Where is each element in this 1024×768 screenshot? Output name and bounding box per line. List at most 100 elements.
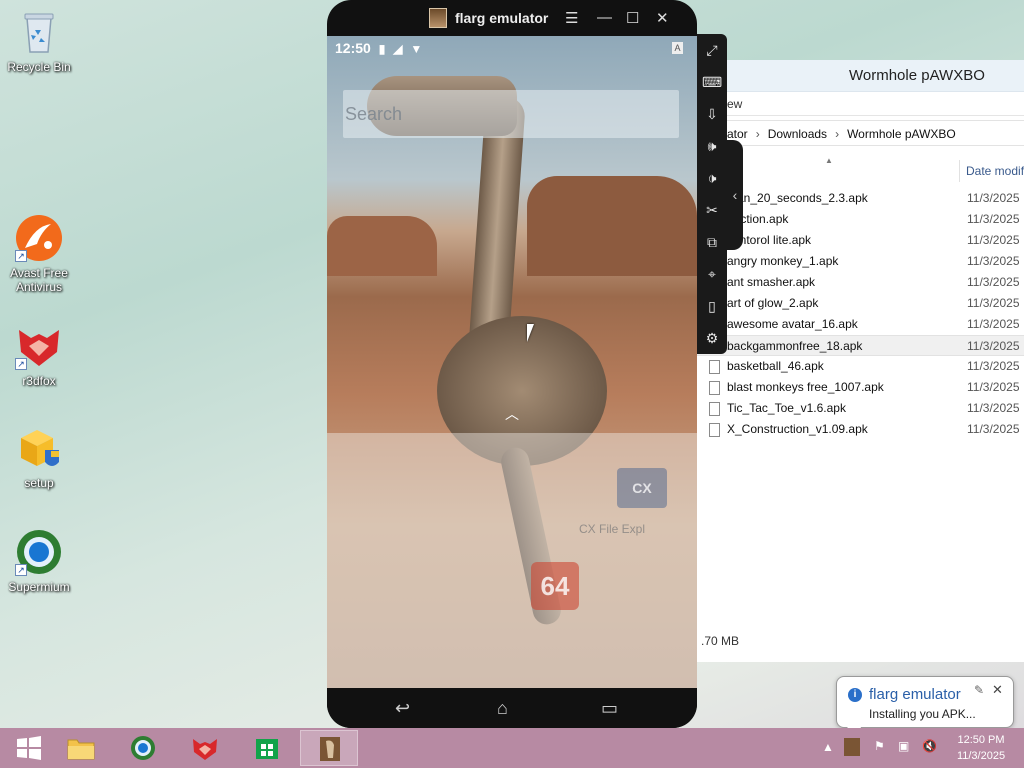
clock-time: 12:50 PM: [957, 734, 1005, 746]
file-date: 11/3/2025: [967, 275, 1020, 289]
start-button[interactable]: [0, 730, 58, 766]
file-date: 11/3/2025: [967, 422, 1020, 436]
volume-up-icon[interactable]: 🕪: [702, 136, 722, 156]
clock-date: 11/3/2025: [956, 750, 1006, 762]
settings-gear-icon[interactable]: ⚙: [702, 328, 722, 348]
back-button[interactable]: ↩: [395, 698, 410, 719]
status-a-indicator: A: [672, 42, 683, 54]
desktop-icon-setup[interactable]: setup: [1, 424, 77, 490]
file-name: basketball_46.apk: [727, 359, 824, 373]
keyboard-icon[interactable]: ⌨: [702, 72, 722, 92]
flarg-emulator-icon: [320, 737, 340, 761]
fullscreen-icon[interactable]: ⤢: [702, 40, 722, 60]
file-name: Tic_Tac_Toe_v1.6.apk: [727, 401, 846, 415]
breadcrumb-item[interactable]: Wormhole pAWXBO: [847, 127, 956, 141]
minimize-button[interactable]: —: [597, 9, 612, 26]
desktop-icon-supermium[interactable]: ↗ Supermium: [1, 528, 77, 594]
supermium-icon: ↗: [15, 528, 63, 576]
install-apk-icon[interactable]: ⇩: [702, 104, 722, 124]
store-icon: [256, 739, 278, 759]
home-button[interactable]: ⌂: [497, 698, 508, 719]
notification-toast[interactable]: i flarg emulator Installing you APK... ✎…: [836, 676, 1014, 737]
folder-icon: [67, 739, 95, 760]
file-row[interactable]: duction.apk 11/3/2025: [697, 209, 1024, 230]
shake-icon[interactable]: ▯: [702, 296, 722, 316]
multi-instance-icon[interactable]: ⧉: [702, 232, 722, 252]
mouse-cursor-icon: [527, 324, 534, 342]
chevron-right-icon: ›: [755, 127, 760, 141]
location-icon[interactable]: ⌖: [702, 264, 722, 284]
taskbar-clock[interactable]: 12:50 PM 11/3/2025: [944, 732, 1018, 764]
file-row-selected[interactable]: backgammonfree_18.apk 11/3/2025: [697, 335, 1024, 356]
supermium-icon: [131, 736, 155, 760]
wrench-icon[interactable]: ✎: [974, 683, 984, 697]
app-icon-cx-file-explorer[interactable]: CX: [617, 468, 667, 508]
file-row[interactable]: contorol lite.apk 11/3/2025: [697, 230, 1024, 251]
taskbar-supermium[interactable]: [114, 730, 172, 766]
network-icon[interactable]: ▣: [898, 739, 909, 768]
emulator-sidebar: ⤢ ⌨ ⇩ 🕪 🕩 ✂ ⧉ ⌖ ▯ ⚙: [697, 34, 727, 354]
desktop-icon-label: setup: [24, 476, 54, 490]
setup-icon: [15, 424, 63, 472]
file-date: 11/3/2025: [967, 359, 1020, 373]
shortcut-arrow-icon: ↗: [15, 358, 27, 370]
file-row[interactable]: angry monkey_1.apk 11/3/2025: [697, 251, 1024, 272]
file-row[interactable]: ant smasher.apk 11/3/2025: [697, 272, 1024, 293]
taskbar-r3dfox[interactable]: [176, 730, 234, 766]
file-row[interactable]: awesome avatar_16.apk 11/3/2025: [697, 314, 1024, 335]
file-row[interactable]: basketball_46.apk 11/3/2025: [697, 356, 1024, 377]
file-name: blast monkeys free_1007.apk: [727, 380, 884, 394]
battery-icon: ▮: [378, 42, 386, 56]
sidebar-collapse-chevron-icon[interactable]: ‹: [727, 140, 743, 250]
file-row[interactable]: man_20_seconds_2.3.apk 11/3/2025: [697, 188, 1024, 209]
menu-icon[interactable]: ☰: [565, 9, 578, 27]
toast-message: Installing you APK...: [869, 707, 976, 721]
file-row[interactable]: Tic_Tac_Toe_v1.6.apk 11/3/2025: [697, 398, 1024, 419]
volume-down-icon[interactable]: 🕩: [702, 168, 722, 188]
screenshot-icon[interactable]: ✂: [702, 200, 722, 220]
desktop-icon-recycle-bin[interactable]: Recycle Bin: [1, 8, 77, 74]
show-hidden-icons-chevron-icon[interactable]: ▲: [822, 740, 834, 768]
explorer-ribbon-tab[interactable]: ew: [697, 92, 1024, 116]
address-bar[interactable]: ator › Downloads › Wormhole pAWXBO: [697, 120, 1024, 146]
flag-icon[interactable]: ⚑: [874, 739, 885, 768]
r3dfox-icon: ↗: [15, 322, 63, 370]
wallpaper-mesa: [527, 176, 697, 276]
file-date: 11/3/2025: [967, 254, 1020, 268]
taskbar-store[interactable]: [238, 730, 296, 766]
column-header-date[interactable]: Date modif: [959, 160, 1024, 182]
desktop-icon-r3dfox[interactable]: ↗ r3dfox: [1, 322, 77, 388]
maximize-button[interactable]: ☐: [626, 9, 639, 27]
emulator-title-bar[interactable]: flarg emulator ☰ — ☐ ✕: [327, 0, 697, 36]
shortcut-arrow-icon: ↗: [15, 564, 27, 576]
file-row[interactable]: X_Construction_v1.09.apk 11/3/2025: [697, 419, 1024, 440]
close-button[interactable]: ✕: [656, 9, 669, 27]
r3dfox-icon: [193, 739, 217, 760]
status-bar-size: .70 MB: [701, 634, 740, 648]
app-icon-64[interactable]: 64: [531, 562, 579, 610]
desktop-icon-avast[interactable]: ↗ Avast Free Antivirus: [1, 214, 77, 294]
windows-logo-icon: [17, 736, 41, 760]
file-name: ant smasher.apk: [727, 275, 816, 289]
file-list: man_20_seconds_2.3.apk 11/3/2025 duction.…: [697, 188, 1024, 440]
file-date: 11/3/2025: [967, 339, 1020, 353]
file-date: 11/3/2025: [967, 233, 1020, 247]
toast-close-button[interactable]: ✕: [992, 682, 1003, 698]
file-row[interactable]: blast monkeys free_1007.apk 11/3/2025: [697, 377, 1024, 398]
breadcrumb-item[interactable]: ator: [727, 127, 748, 141]
emulator-window[interactable]: flarg emulator ☰ — ☐ ✕ 12:50 ▮ ◢ ▼ A Sea…: [327, 0, 697, 728]
volume-muted-icon[interactable]: 🔇: [922, 739, 937, 768]
file-row[interactable]: art of glow_2.apk 11/3/2025: [697, 293, 1024, 314]
file-date: 11/3/2025: [967, 380, 1020, 394]
recents-button[interactable]: ▭: [601, 698, 618, 719]
chevron-up-icon[interactable]: ︿: [505, 404, 519, 424]
app-label: CX File Expl: [579, 522, 646, 536]
file-name: man_20_seconds_2.3.apk: [727, 191, 868, 205]
android-screen[interactable]: 12:50 ▮ ◢ ▼ A Search ︿ CX CX File Expl 6…: [327, 36, 697, 688]
taskbar-flarg-emulator[interactable]: [300, 730, 358, 766]
taskbar-file-explorer[interactable]: [52, 730, 110, 766]
tray-emulator-icon[interactable]: [844, 738, 860, 756]
breadcrumb-item[interactable]: Downloads: [768, 127, 827, 141]
search-input[interactable]: Search: [343, 90, 679, 138]
emulator-title: flarg emulator: [455, 10, 549, 26]
